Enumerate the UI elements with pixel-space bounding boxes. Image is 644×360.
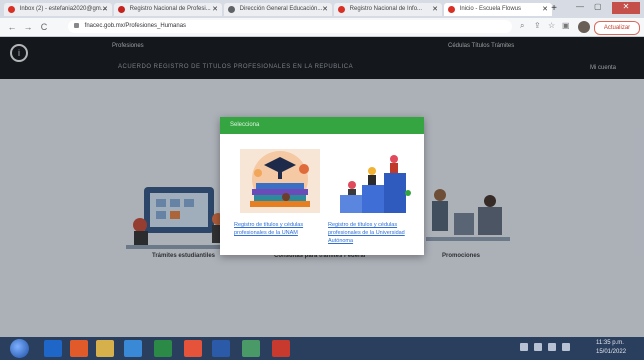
image-app-icon[interactable]: [242, 340, 260, 357]
volume-icon[interactable]: [548, 343, 556, 351]
maximize-window-button[interactable]: ▢: [594, 2, 608, 14]
browser-tab-strip: Inbox (2) - estefania2020@gm... ✕ Regist…: [0, 0, 644, 18]
close-tab-icon[interactable]: ✕: [322, 3, 328, 16]
battery-icon[interactable]: [562, 343, 570, 351]
folder-icon[interactable]: [96, 340, 114, 357]
task-app-icon[interactable]: [124, 340, 142, 357]
update-button[interactable]: Actualizar: [594, 21, 640, 35]
modal-option[interactable]: Registro de títulos y cédulas profesiona…: [328, 145, 420, 245]
media-player-icon[interactable]: [70, 340, 88, 357]
option-link-autonoma[interactable]: Registro de títulos y cédulas profesiona…: [328, 221, 420, 245]
site-favicon-icon: [448, 6, 455, 13]
modal-title: Selecciona: [230, 122, 260, 128]
search-icon[interactable]: ⌕: [520, 21, 524, 31]
close-tab-icon[interactable]: ✕: [432, 3, 438, 16]
minimize-window-button[interactable]: —: [576, 2, 590, 14]
tab-label: Dirección General Educación...: [239, 6, 323, 12]
browser-tab[interactable]: Inbox (2) - estefania2020@gm... ✕: [4, 3, 112, 16]
new-tab-button[interactable]: +: [548, 3, 560, 15]
extensions-icon[interactable]: ▣: [562, 21, 570, 30]
selection-modal: Selecciona Registro de títulos y cédulas…: [220, 117, 424, 255]
browser-tab-active[interactable]: Inicio - Escuela Flowus ✕: [444, 3, 552, 16]
reload-icon[interactable]: C: [38, 20, 50, 34]
address-url: fnacec.gob.mx/Profesiones_Humanas: [84, 23, 187, 29]
clock-date[interactable]: 15/01/2022: [596, 349, 626, 355]
browser-tab[interactable]: Dirección General Educación... ✕: [224, 3, 332, 16]
star-icon[interactable]: ☆: [548, 21, 555, 30]
taskbar: 11:35 p.m. 15/01/2022: [0, 337, 644, 360]
modal-header: Selecciona: [220, 117, 424, 134]
lock-icon: [74, 22, 79, 28]
clock-time[interactable]: 11:35 p.m.: [596, 340, 624, 346]
modal-option[interactable]: Registro de títulos y cédulas profesiona…: [234, 145, 326, 243]
tab-label: Registro Nacional de Profesi...: [129, 6, 211, 12]
excel-icon[interactable]: [154, 340, 172, 357]
tab-label: Registro Nacional de Info...: [349, 6, 423, 12]
start-button[interactable]: [10, 339, 29, 358]
option-link-unam[interactable]: Registro de títulos y cédulas profesiona…: [234, 221, 326, 237]
address-bar[interactable]: fnacec.gob.mx/Profesiones_Humanas: [68, 20, 512, 33]
podium-illustration[interactable]: [328, 145, 420, 217]
site-favicon-icon: [338, 6, 345, 13]
back-arrow-icon[interactable]: ←: [6, 20, 18, 34]
share-icon[interactable]: ⇪: [534, 21, 541, 30]
close-tab-icon[interactable]: ✕: [102, 3, 108, 16]
tab-label: Inbox (2) - estefania2020@gm...: [19, 6, 106, 12]
browser-tab[interactable]: Registro Nacional de Info... ✕: [334, 3, 442, 16]
web-page: i Profesiones Cédulas Títulos Trámites M…: [0, 37, 644, 337]
gmail-favicon-icon: [8, 6, 15, 13]
site-favicon-icon: [228, 6, 235, 13]
browser-toolbar: ← → C fnacec.gob.mx/Profesiones_Humanas …: [0, 18, 644, 37]
word-icon[interactable]: [212, 340, 230, 357]
flag-icon[interactable]: [520, 343, 528, 351]
close-window-button[interactable]: ✕: [612, 2, 640, 14]
chrome-icon[interactable]: [184, 340, 202, 357]
internet-explorer-icon[interactable]: [44, 340, 62, 357]
tab-label: Inicio - Escuela Flowus: [459, 6, 522, 12]
close-tab-icon[interactable]: ✕: [212, 3, 218, 16]
pdf-app-icon[interactable]: [272, 340, 290, 357]
graduation-books-illustration[interactable]: [234, 145, 326, 217]
network-icon[interactable]: [534, 343, 542, 351]
profile-avatar[interactable]: [578, 21, 590, 33]
browser-tab[interactable]: Registro Nacional de Profesi... ✕: [114, 3, 222, 16]
forward-arrow-icon[interactable]: →: [22, 20, 34, 34]
site-favicon-icon: [118, 6, 125, 13]
system-tray: [520, 343, 580, 353]
